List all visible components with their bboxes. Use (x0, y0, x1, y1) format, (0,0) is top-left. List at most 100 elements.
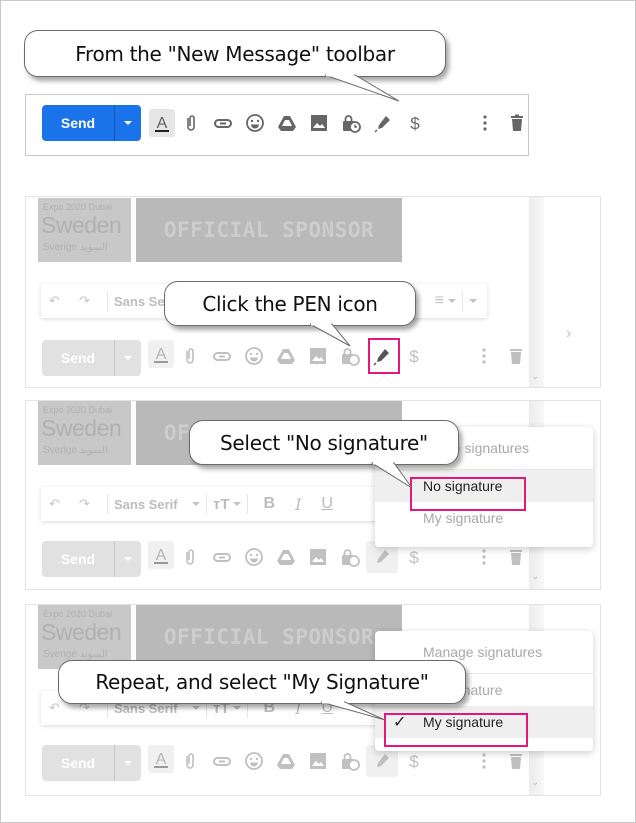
send-options-button[interactable] (114, 105, 141, 141)
callout-step1: From the "New Message" toolbar (24, 30, 446, 102)
chevron-right-icon[interactable]: › (566, 325, 571, 343)
photo-icon[interactable] (303, 107, 335, 139)
send-button[interactable]: Send (42, 745, 114, 781)
emoji-icon[interactable] (238, 340, 270, 372)
menu-item-label: No signature (423, 478, 503, 494)
send-button[interactable]: Send (42, 340, 114, 376)
divider (107, 494, 108, 514)
svg-text:$: $ (409, 347, 419, 366)
undo-icon[interactable]: ↶ (49, 293, 71, 309)
attach-icon[interactable] (174, 340, 206, 372)
payment-icon[interactable]: $ (399, 107, 431, 139)
confidential-mode-icon[interactable] (334, 541, 366, 573)
trash-icon[interactable] (501, 107, 533, 139)
signature-pen-icon[interactable] (366, 340, 398, 372)
more-formatting-icon[interactable] (469, 299, 477, 303)
emoji-icon[interactable] (238, 745, 270, 777)
callout-tail (320, 700, 386, 721)
text-format-icon[interactable]: A (148, 340, 174, 368)
undo-icon[interactable]: ↶ (49, 496, 71, 512)
chevron-down-icon (124, 557, 132, 561)
svg-text:$: $ (409, 548, 419, 567)
text-format-icon[interactable]: A (148, 745, 174, 773)
chevron-down-icon (124, 121, 132, 125)
drive-icon[interactable] (270, 745, 302, 777)
callout-tail (370, 461, 413, 489)
chevron-down-icon[interactable] (448, 299, 456, 303)
logo-line3: Sverige السويد (43, 649, 108, 660)
send-button-group: Send (42, 105, 141, 141)
callout-step4-text: Repeat, and select "My Signature" (95, 670, 429, 694)
link-icon[interactable] (206, 745, 238, 777)
svg-text:A: A (156, 751, 167, 768)
link-icon[interactable] (206, 340, 238, 372)
chevron-down-icon[interactable] (232, 502, 241, 506)
trash-icon[interactable] (500, 340, 532, 372)
attach-icon[interactable] (174, 745, 206, 777)
attach-icon[interactable] (174, 541, 206, 573)
callout-step1-text: From the "New Message" toolbar (75, 41, 395, 66)
text-format-icon[interactable]: A (148, 541, 174, 569)
scroll-down-icon[interactable]: ⌄ (531, 571, 539, 582)
chevron-down-icon (124, 356, 132, 360)
photo-icon[interactable] (302, 745, 334, 777)
drive-icon[interactable] (270, 340, 302, 372)
send-button[interactable]: Send (42, 105, 114, 141)
send-options-button[interactable] (114, 340, 141, 376)
menu-item-my-signature[interactable]: ✓ My signature (375, 706, 593, 738)
send-button[interactable]: Send (42, 541, 114, 577)
compose-toolbar: Send (42, 340, 141, 376)
menu-item-my-signature[interactable]: My signature (375, 502, 593, 534)
chevron-down-icon (124, 761, 132, 765)
menu-item-label: My signature (423, 510, 504, 526)
new-message-toolbar: Send A $ (25, 94, 529, 156)
font-select[interactable]: Sans Serif (114, 497, 192, 512)
underline-button[interactable]: U (321, 495, 333, 513)
menu-item-label: My signature (423, 714, 504, 730)
scroll-down-icon[interactable]: ⌄ (531, 371, 539, 382)
logo-line3: Sverige السويد (43, 445, 108, 456)
divider (246, 494, 248, 514)
chevron-down-icon[interactable] (232, 706, 241, 710)
divider (206, 494, 207, 514)
send-options-button[interactable] (114, 745, 141, 781)
font-select[interactable]: Sans Se (114, 294, 165, 309)
send-options-button[interactable] (114, 541, 141, 577)
more-options-icon[interactable] (469, 107, 501, 139)
align-icon[interactable]: ≡ (435, 292, 444, 310)
signature-banner: OFFICIAL SPONSOR (136, 198, 402, 262)
logo-line1: Expo 2020 Dubai (43, 609, 113, 619)
redo-icon[interactable]: ↷ (79, 496, 101, 512)
svg-text:$: $ (409, 752, 419, 771)
drive-icon[interactable] (271, 107, 303, 139)
emoji-icon[interactable] (239, 107, 271, 139)
scroll-down-icon[interactable]: ⌄ (531, 777, 539, 788)
send-button-group: Send (42, 745, 141, 781)
more-options-icon[interactable] (468, 340, 500, 372)
attach-icon[interactable] (175, 107, 207, 139)
link-icon[interactable] (206, 541, 238, 573)
callout-tail (309, 322, 351, 347)
callout-step2-text: Click the PEN icon (202, 291, 378, 316)
chevron-down-icon[interactable] (192, 706, 200, 710)
redo-icon[interactable]: ↷ (79, 293, 101, 309)
confidential-mode-icon[interactable] (335, 107, 367, 139)
payment-icon[interactable]: $ (398, 340, 430, 372)
signature-pen-icon[interactable] (367, 107, 399, 139)
photo-icon[interactable] (302, 541, 334, 573)
send-button-group: Send (42, 340, 141, 376)
italic-button[interactable]: I (295, 495, 301, 514)
chevron-down-icon[interactable] (192, 502, 200, 506)
bold-button[interactable]: B (264, 495, 276, 513)
link-icon[interactable] (207, 107, 239, 139)
menu-item-label: Manage signatures (423, 644, 543, 660)
drive-icon[interactable] (270, 541, 302, 573)
callout-step3: Select "No signature" (189, 420, 459, 489)
callout-tail (324, 73, 400, 102)
text-format-icon[interactable]: A (149, 109, 175, 137)
emoji-icon[interactable] (238, 541, 270, 573)
confidential-mode-icon[interactable] (334, 745, 366, 777)
font-size-icon[interactable]: тT (213, 496, 230, 513)
signature-logo-sweden: Expo 2020 Dubai Sweden Sverige السويد (38, 401, 131, 465)
logo-line2: Sweden (41, 212, 122, 238)
